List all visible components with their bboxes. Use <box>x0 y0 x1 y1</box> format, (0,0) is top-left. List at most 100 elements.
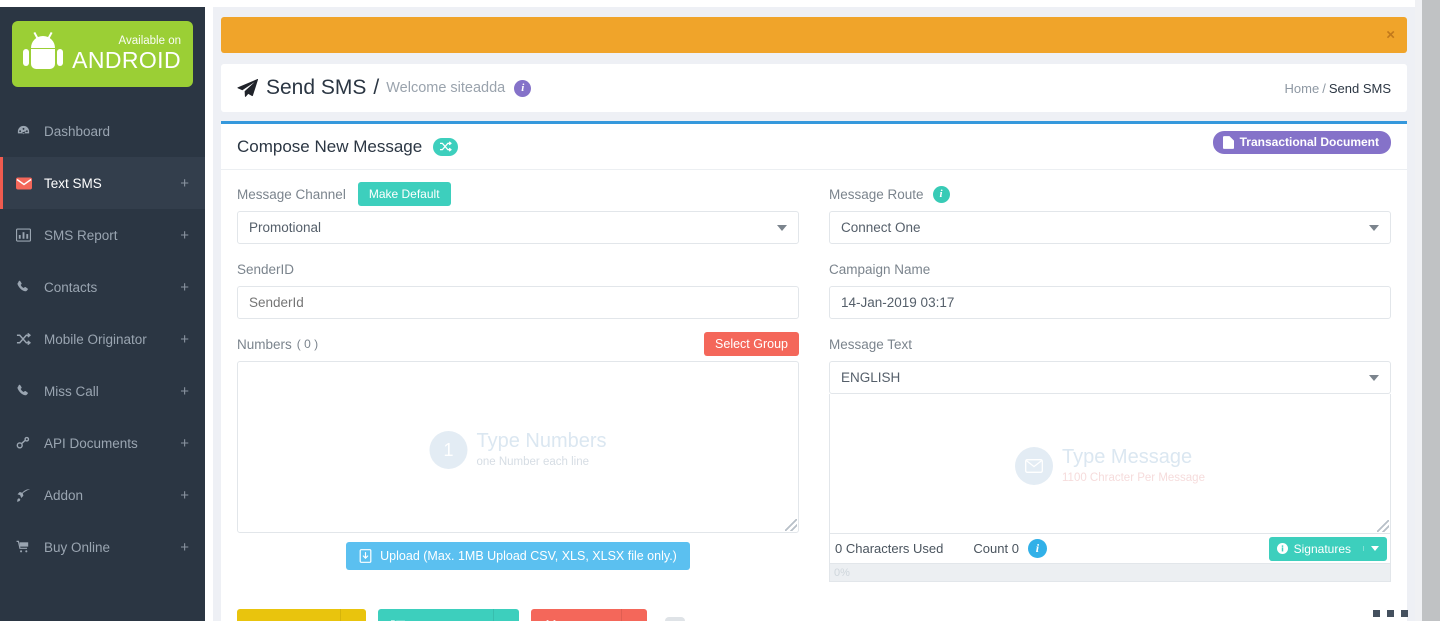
templates-button[interactable]: Templates <box>378 609 520 621</box>
settings-button[interactable]: Settings <box>237 609 366 621</box>
message-channel-label: Message Channel <box>237 187 346 202</box>
sender-id-input[interactable] <box>237 286 799 319</box>
flash-sms-toggle[interactable]: Flash SMS <box>665 617 762 621</box>
campaign-name-label: Campaign Name <box>829 262 930 277</box>
compose-form: Message Channel Make Default Promotional… <box>221 170 1407 595</box>
banner-subtitle: Available on <box>70 35 181 47</box>
sidebar-item-expand: + <box>180 228 189 243</box>
message-language-value: ENGLISH <box>841 370 900 385</box>
shopping-cart-icon <box>16 540 38 554</box>
sidebar-item-sms-report[interactable]: SMS Report + <box>0 209 205 261</box>
dashboard-icon <box>16 124 38 139</box>
message-route-value: Connect One <box>841 220 921 235</box>
select-group-button[interactable]: Select Group <box>704 332 799 356</box>
character-counter-row: 0 Characters Used Count 0 i Signatures <box>829 534 1391 564</box>
progress-label: 0% <box>834 567 850 579</box>
message-channel-field: Message Channel Make Default Promotional <box>237 182 799 244</box>
android-robot-icon <box>24 34 62 74</box>
transactional-document-badge[interactable]: Transactional Document <box>1213 131 1391 154</box>
info-icon[interactable]: i <box>514 80 531 97</box>
sidebar-item-label: Mobile Originator <box>38 332 180 347</box>
numbers-field: Numbers ( 0 ) Select Group 1 Type Number… <box>237 332 799 570</box>
sidebar-item-miss-call[interactable]: Miss Call + <box>0 365 205 417</box>
close-icon[interactable]: × <box>1386 28 1395 43</box>
sidebar: Available on ANDROID Dashboard <box>0 7 205 621</box>
message-text-field: Message Text ENGLISH <box>829 332 1391 582</box>
chevron-down-icon[interactable] <box>340 609 366 621</box>
sidebar-item-label: Buy Online <box>38 540 180 555</box>
character-progress-bar: 0% <box>829 564 1391 582</box>
info-icon[interactable]: i <box>933 186 950 203</box>
sidebar-item-buy-online[interactable]: Buy Online + <box>0 521 205 573</box>
resize-grip-dots[interactable] <box>1373 610 1408 617</box>
numbers-placeholder-main: Type Numbers <box>476 430 606 452</box>
message-placeholder-sub: 1100 Chracter Per Message <box>1062 472 1205 484</box>
sidebar-item-label: SMS Report <box>38 228 180 243</box>
message-channel-value: Promotional <box>249 220 321 235</box>
sidebar-item-dashboard[interactable]: Dashboard <box>0 105 205 157</box>
envelope-icon <box>16 177 38 190</box>
sidebar-item-label: Dashboard <box>38 124 189 139</box>
app-root: Available on ANDROID Dashboard <box>0 0 1440 621</box>
numbers-placeholder-sub: one Number each line <box>476 456 589 468</box>
numbers-textarea[interactable]: 1 Type Numbers one Number each line <box>237 361 799 533</box>
right-column: Message Route i Connect One Campaign Nam… <box>829 182 1391 595</box>
resize-handle[interactable] <box>785 519 797 531</box>
page-scrollbar[interactable] <box>1415 0 1440 621</box>
chevron-down-icon <box>1369 375 1379 381</box>
chevron-down-icon[interactable] <box>621 609 647 621</box>
chevron-down-icon[interactable] <box>1363 546 1379 551</box>
message-textarea[interactable]: Type Message 1100 Chracter Per Message <box>829 394 1391 534</box>
message-count: Count 0 <box>973 541 1019 556</box>
sidebar-item-expand: + <box>180 436 189 451</box>
info-icon[interactable]: i <box>1028 539 1047 558</box>
message-route-label: Message Route <box>829 187 924 202</box>
page-header: Send SMS / Welcome siteadda i Home/Send … <box>221 64 1407 112</box>
drafts-button[interactable]: Drafts <box>531 609 646 621</box>
message-language-select[interactable]: ENGLISH <box>829 361 1391 394</box>
message-route-select[interactable]: Connect One <box>829 211 1391 244</box>
resize-handle[interactable] <box>1377 520 1389 532</box>
shuffle-icon[interactable] <box>433 138 458 156</box>
sidebar-item-addon[interactable]: Addon + <box>0 469 205 521</box>
envelope-icon <box>1015 447 1053 485</box>
link-icon <box>16 436 38 450</box>
sidebar-item-label: Text SMS <box>38 176 180 191</box>
sidebar-item-api-documents[interactable]: API Documents + <box>0 417 205 469</box>
welcome-text: Welcome siteadda <box>386 80 505 96</box>
compose-panel: Compose New Message Transactional Docume… <box>221 121 1407 621</box>
page-title: Send SMS <box>266 76 366 100</box>
rocket-icon <box>16 488 38 503</box>
campaign-name-input[interactable] <box>829 286 1391 319</box>
sidebar-item-label: Addon <box>38 488 180 503</box>
sidebar-item-label: Miss Call <box>38 384 180 399</box>
make-default-button[interactable]: Make Default <box>358 182 451 206</box>
title-separator: / <box>373 76 379 100</box>
sidebar-item-expand: + <box>180 540 189 555</box>
sender-id-field: SenderID <box>237 257 799 319</box>
numbers-count: ( 0 ) <box>297 337 318 351</box>
phone-icon <box>16 280 38 294</box>
upload-button[interactable]: Upload (Max. 1MB Upload CSV, XLS, XLSX f… <box>346 542 690 570</box>
paper-plane-icon <box>237 78 258 98</box>
sidebar-item-contacts[interactable]: Contacts + <box>0 261 205 313</box>
signatures-label: Signatures <box>1294 542 1351 556</box>
chevron-down-icon[interactable] <box>493 609 519 621</box>
scrollbar-thumb[interactable] <box>1422 0 1440 621</box>
signatures-button[interactable]: Signatures <box>1269 537 1387 561</box>
breadcrumb-current: Send SMS <box>1329 81 1391 96</box>
message-placeholder: Type Message 1100 Chracter Per Message <box>1015 446 1205 486</box>
sidebar-nav: Dashboard Text SMS + <box>0 105 205 573</box>
bar-chart-icon <box>16 228 38 242</box>
message-channel-select[interactable]: Promotional <box>237 211 799 244</box>
breadcrumb-home[interactable]: Home <box>1285 81 1320 96</box>
characters-used: 0 Characters Used <box>835 541 943 556</box>
flash-sms-checkbox[interactable] <box>665 617 685 621</box>
chevron-down-icon <box>777 225 787 231</box>
sidebar-item-text-sms[interactable]: Text SMS + <box>0 157 205 209</box>
sidebar-item-mobile-originator[interactable]: Mobile Originator + <box>0 313 205 365</box>
breadcrumb: Home/Send SMS <box>1285 81 1391 96</box>
message-placeholder-main: Type Message <box>1062 446 1192 468</box>
main-content: × Send SMS / Welcome siteadda i Home/Sen… <box>213 7 1415 621</box>
android-promo-banner[interactable]: Available on ANDROID <box>12 21 193 87</box>
